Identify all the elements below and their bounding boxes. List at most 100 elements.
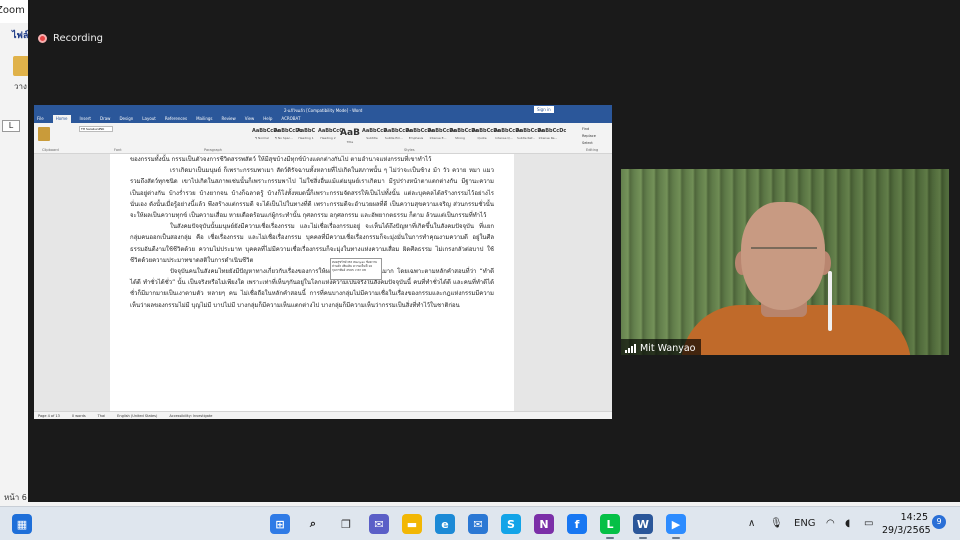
edge-icon[interactable]: e <box>435 514 455 534</box>
facebook-icon[interactable]: f <box>567 514 587 534</box>
word-tab-design[interactable]: Design <box>119 115 133 123</box>
style-sample: AaBbCcDc <box>494 128 523 134</box>
comment-tooltip: ทองสุขรักษ์ Mit Wanyao ข้อความ ส่วนตัว เ… <box>330 258 382 280</box>
zoom-icon[interactable]: ▶ <box>666 514 686 534</box>
signal-strength-icon <box>625 343 636 353</box>
style-item[interactable]: AaBbCcDc ¶ No Spac... <box>274 126 303 146</box>
tray-overflow-chevron-icon[interactable]: ∧ <box>748 507 755 540</box>
doc-paragraph[interactable]: ของกรรมทั้งนั้น กรรมเป็นตัวจงการชีวิตสรร… <box>130 154 494 165</box>
font-name-input[interactable]: TH SarabunPSK <box>79 126 113 132</box>
participant-glasses <box>751 247 817 259</box>
replace-button[interactable]: Replace <box>582 133 596 140</box>
word-tab-layout[interactable]: Layout <box>142 115 156 123</box>
style-item[interactable]: AaBbCcDc Subtle Em... <box>384 126 413 146</box>
battery-icon[interactable]: ▭ <box>864 507 873 540</box>
taskbar-clock[interactable]: 14:25 29/3/2565 <box>882 511 931 537</box>
shared-screen-word: 2-แก้ไขแล้ว [Compatibility Mode] - Word … <box>34 105 612 419</box>
style-item[interactable]: AaBbCcDc Emphasis <box>406 126 434 146</box>
style-name: Intense Q... <box>495 136 513 140</box>
widgets-icon[interactable]: ▦ <box>12 514 32 534</box>
style-name: Title <box>346 140 354 144</box>
style-sample: AaB <box>340 128 360 138</box>
document-page[interactable]: ของกรรมทั้งนั้น กรรมเป็นตัวจงการชีวิตสรร… <box>110 154 514 411</box>
file-explorer-icon[interactable]: ▬ <box>402 514 422 534</box>
style-sample: AaBbCcDc <box>472 128 501 134</box>
style-name: Subtle Em... <box>384 136 404 140</box>
style-item[interactable]: AaBbCcDc Strong <box>450 126 479 146</box>
select-button[interactable]: Select <box>582 140 596 147</box>
style-name: Subtitle <box>366 136 378 140</box>
document-area[interactable]: ของกรรมทั้งนั้น กรรมเป็นตัวจงการชีวิตสรร… <box>34 154 612 411</box>
search-icon[interactable]: ⌕ <box>303 514 323 534</box>
style-item[interactable]: AaBbCcDc Intense E... <box>428 126 456 146</box>
wifi-icon[interactable]: ◠ <box>826 507 835 540</box>
line-icon[interactable]: L <box>600 514 620 534</box>
chat-icon[interactable]: ✉ <box>369 514 389 534</box>
word-tab-help[interactable]: Help <box>263 115 272 123</box>
microphone-icon[interactable]: 🎙 <box>770 507 783 540</box>
word-tab-draw[interactable]: Draw <box>100 115 110 123</box>
background-file-tab[interactable]: ไฟล์ <box>12 28 28 42</box>
style-item[interactable]: AaBbCcDc ¶ Normal <box>252 126 280 146</box>
onenote-icon[interactable]: N <box>534 514 554 534</box>
styles-gallery: AaBbCcDc ¶ Normal AaBbCcDc ¶ No Spac... AaBb… <box>252 126 566 146</box>
zoom-meeting-window: Recording 2-แก้ไขแล้ว [Compatibility Mod… <box>28 0 960 502</box>
style-item[interactable]: AaB Title <box>340 126 360 146</box>
doc-paragraph[interactable]: เราเกิดมาเป็นมนุษย์ ก็เพราะกรรมพาเมา สัต… <box>130 165 494 221</box>
doc-paragraph[interactable]: ในสังคมปัจจุบันนั้นมนุษย์ยังมีความเชื่อเ… <box>130 221 494 266</box>
task-view-icon[interactable]: ❐ <box>336 514 356 534</box>
style-sample: AaBbCcDc <box>384 128 413 134</box>
word-ribbon-tabs: File Home Insert Draw Design Layout References… <box>34 115 612 123</box>
word-status-bar: Page 4 of 13 0 words Thai English (United S… <box>34 411 612 419</box>
word-sign-in-button[interactable]: Sign in <box>534 106 554 113</box>
notification-badge[interactable]: 9 <box>932 515 946 529</box>
style-sample: AaBbCcDc <box>274 128 303 134</box>
word-tab-view[interactable]: View <box>245 115 255 123</box>
word-tab-references[interactable]: References <box>165 115 187 123</box>
style-item[interactable]: AaBbCcDc Intense Re... <box>538 126 566 146</box>
style-name: Heading 1 <box>298 136 314 140</box>
status-item[interactable]: 0 words <box>72 414 86 418</box>
style-item[interactable]: AaBbC Heading 1 <box>296 126 316 146</box>
style-item[interactable]: AaBbCcDc Intense Q... <box>494 126 523 146</box>
volume-icon[interactable]: ◖ <box>845 507 850 540</box>
skype-icon[interactable]: S <box>501 514 521 534</box>
status-item[interactable]: Page 4 of 13 <box>38 414 60 418</box>
style-sample: AaBbCcDc <box>516 128 545 134</box>
font-controls: TH SarabunPSK <box>79 126 249 146</box>
ruler-tab-selector[interactable]: L <box>2 120 20 132</box>
doc-paragraph[interactable]: ปัจจุบันคนในสังคมไทยยังมีปัญหาทางเกี่ยวก… <box>130 266 494 311</box>
paste-icon[interactable] <box>13 56 29 76</box>
clock-time: 14:25 <box>900 512 928 523</box>
word-tab-mailings[interactable]: Mailings <box>196 115 212 123</box>
mail-icon[interactable]: ✉ <box>468 514 488 534</box>
style-name: ¶ Normal <box>255 136 269 140</box>
style-item[interactable]: AaBbCcDc Quote <box>472 126 501 146</box>
find-button[interactable]: Find <box>582 126 596 133</box>
word-tab-file[interactable]: File <box>37 115 44 123</box>
word-tab-acrobat[interactable]: ACROBAT <box>281 115 300 123</box>
participant-video-tile[interactable]: Mit Wanyao <box>621 169 949 355</box>
status-item[interactable]: Accessibility: Investigate <box>169 414 212 418</box>
font-group-label: Font <box>114 148 122 152</box>
style-item[interactable]: AaBbCcD Subtitle <box>362 126 387 146</box>
participant-name: Mit Wanyao <box>640 342 696 354</box>
style-name: ¶ No Spac... <box>274 136 294 140</box>
status-item[interactable]: English (United States) <box>117 414 157 418</box>
style-sample: AaBbCcDc <box>450 128 479 134</box>
word-tab-home[interactable]: Home <box>52 115 71 123</box>
earphone-cable <box>828 271 832 331</box>
recording-indicator[interactable]: Recording <box>38 33 103 44</box>
start-icon[interactable]: ⊞ <box>270 514 290 534</box>
word-icon[interactable]: W <box>633 514 653 534</box>
word-tab-review[interactable]: Review <box>222 115 236 123</box>
clipboard-paste-icon[interactable] <box>38 127 50 141</box>
status-item[interactable]: Thai <box>98 414 105 418</box>
style-name: Strong <box>455 136 465 140</box>
word-tab-insert[interactable]: Insert <box>80 115 91 123</box>
background-paste-label: วาง <box>14 82 27 91</box>
style-item[interactable]: AaBbCcDc Subtle Ref... <box>516 126 545 146</box>
input-language[interactable]: ENG <box>794 507 816 540</box>
style-name: Intense E... <box>429 136 447 140</box>
style-item[interactable]: AaBbCcC Heading 2 <box>318 126 343 146</box>
